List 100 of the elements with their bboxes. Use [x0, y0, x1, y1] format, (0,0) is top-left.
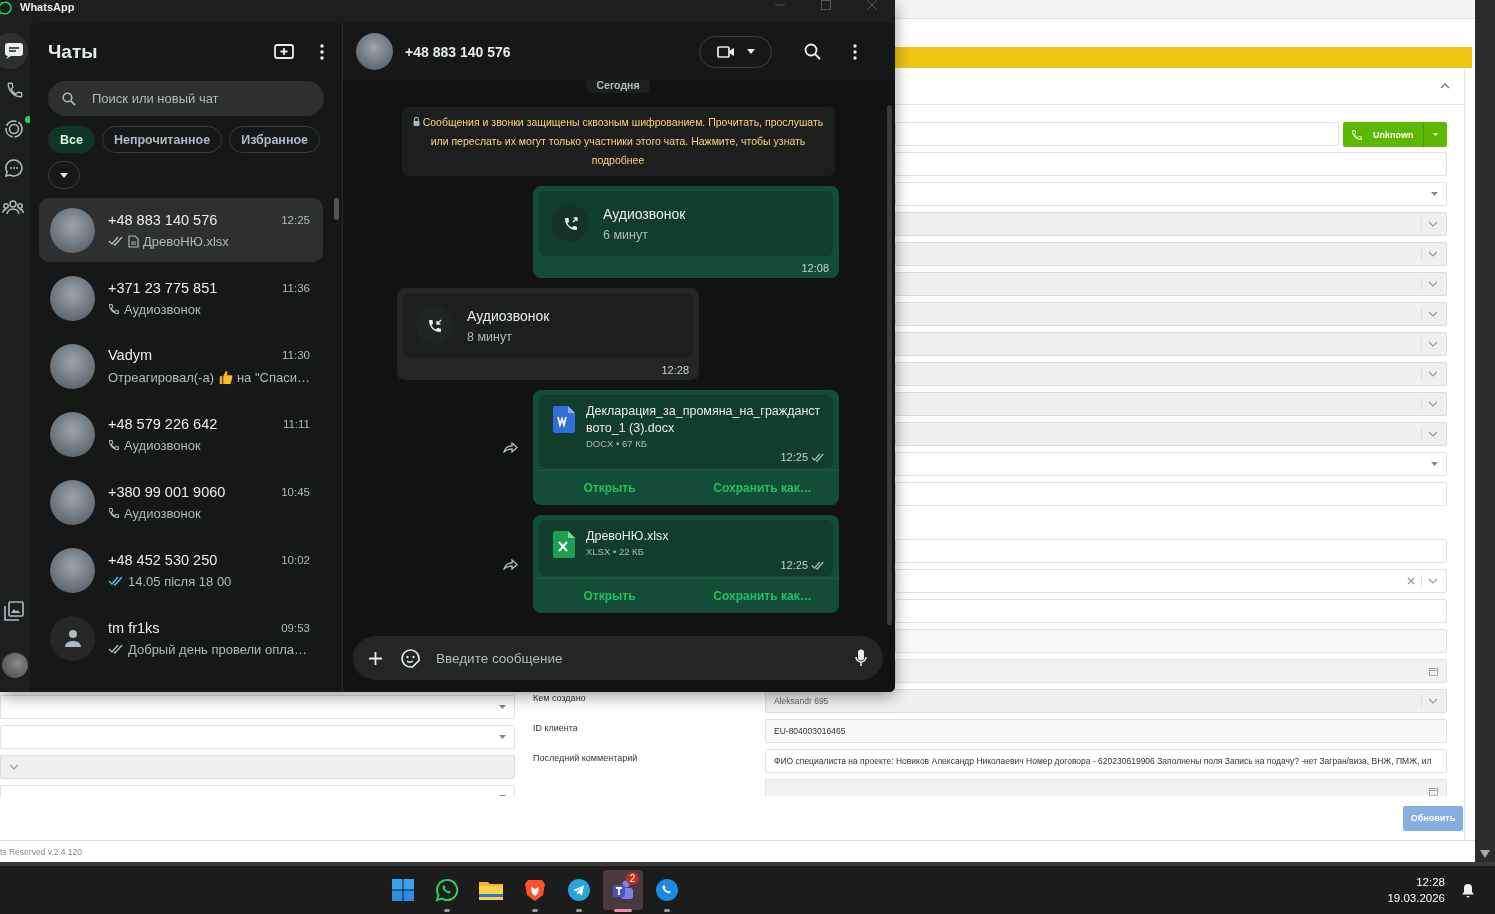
contact-name[interactable]: +48 883 140 576: [405, 43, 687, 60]
forward-icon[interactable]: [503, 558, 519, 570]
text-field[interactable]: [895, 152, 1447, 176]
select-field[interactable]: [0, 695, 515, 719]
clear-icon[interactable]: [1407, 577, 1415, 585]
file-action-button[interactable]: Сохранить как…: [686, 471, 839, 505]
scrollbar-thumb[interactable]: [887, 105, 892, 625]
calendar-icon[interactable]: [1429, 666, 1438, 676]
phone-icon: [108, 439, 120, 451]
message-composer[interactable]: Введите сообщение: [353, 636, 883, 680]
contact-name: +371 23 775 851: [108, 279, 219, 296]
scrollbar[interactable]: [1475, 0, 1495, 862]
chat-list-item[interactable]: +380 99 001 9060 10:45 Аудиозвонок: [39, 470, 323, 534]
text-field[interactable]: [895, 482, 1447, 506]
person-icon: [63, 629, 82, 647]
menu-icon[interactable]: [853, 43, 857, 60]
scroll-down-icon[interactable]: [1480, 850, 1490, 858]
close-icon[interactable]: [867, 0, 877, 10]
select-field[interactable]: [895, 182, 1447, 206]
field-label: ID клиента: [533, 723, 578, 733]
file-action-button[interactable]: Открыть: [533, 471, 686, 505]
chat-list-item[interactable]: Vadym 11:30 Отреагировал(-а) на "Спаси…: [39, 334, 323, 398]
image-stack-icon: [4, 601, 24, 621]
call-title: Аудиозвонок: [603, 205, 686, 222]
message-preview: Аудиозвонок: [124, 505, 201, 521]
chat-list-item[interactable]: +371 23 775 851 11:36 Аудиозвонок: [39, 266, 323, 330]
footer-text: ts Reserved v.2.4.120: [0, 846, 83, 857]
select-field[interactable]: [895, 302, 1447, 326]
file-card[interactable]: ДревоНЮ.xlsx XLSX • 22 КБ 12:25: [539, 520, 833, 576]
encryption-notice[interactable]: Сообщения и звонки защищены сквозным шифрованием. Прочитать, прослушать или переслать их могут только участники этого чата. Нажмите, чтобы узнать подробнее: [401, 107, 835, 176]
text-field[interactable]: [895, 629, 1447, 653]
chevron-down-icon: [1428, 311, 1438, 317]
plus-icon[interactable]: [368, 650, 383, 666]
caret-icon: [499, 705, 506, 709]
taskbar-app-button[interactable]: 2: [603, 870, 643, 910]
text-field[interactable]: [895, 122, 1339, 146]
select-field[interactable]: [895, 422, 1447, 446]
filter-chip[interactable]: Все: [48, 126, 95, 153]
text-field[interactable]: [895, 599, 1447, 623]
sticker-icon[interactable]: [401, 648, 420, 668]
chat-list-item[interactable]: +48 452 530 250 10:02 14.05 після 18 00: [39, 538, 323, 602]
date-field[interactable]: [895, 659, 1447, 683]
chat-list-item[interactable]: +48 579 226 642 11:11 Аудиозвонок: [39, 402, 323, 466]
status-ring-icon: [4, 119, 24, 139]
window-title: WhatsApp: [20, 1, 75, 13]
caret-icon: [1431, 192, 1438, 196]
contact-name: +48 883 140 576: [108, 211, 219, 228]
nav-button[interactable]: [0, 33, 28, 69]
menu-icon[interactable]: [320, 43, 324, 60]
microphone-icon[interactable]: [855, 649, 867, 667]
forward-icon[interactable]: [503, 442, 519, 453]
notification-badge: 2: [626, 872, 639, 885]
text-field[interactable]: ФИО специалиста на проекте: Новиков Александр Николаевич Номер договора - 620230619906 Заполнены поля Запись на подачу? -нет Загран/виза, ВНЖ, ПМЖ, ил: [765, 749, 1447, 773]
clock-date: 19.03.2026: [1387, 891, 1445, 906]
call-title: Аудиозвонок: [467, 307, 550, 324]
contact-name: +48 452 530 250: [108, 551, 219, 568]
chevron-down-icon: [1428, 578, 1438, 584]
chat-list-item[interactable]: tm fr1ks 09:53 Добрый день провели опла…: [39, 606, 323, 670]
file-card[interactable]: Декларация_за_промяна_на_гражданството_1 (3).docx DOCX • 67 КБ 12:25: [539, 395, 833, 468]
select-field[interactable]: [895, 272, 1447, 296]
paper-plane-icon: [568, 879, 590, 901]
contact-name: Vadym: [108, 346, 154, 363]
avatar-photo[interactable]: [356, 33, 393, 70]
text-field[interactable]: EU-804003016465: [765, 719, 1447, 743]
search-input[interactable]: Поиск или новый чат: [90, 90, 310, 107]
bell-icon[interactable]: [1461, 882, 1475, 898]
contact-name: +380 99 001 9060: [108, 483, 227, 500]
profile-avatar[interactable]: [2, 652, 28, 678]
search-icon[interactable]: [804, 43, 821, 60]
calendar-icon[interactable]: [1429, 786, 1438, 796]
select-field[interactable]: [895, 332, 1447, 356]
select-field[interactable]: [895, 212, 1447, 236]
chevron-down-icon: [1428, 221, 1438, 227]
chat-list-item[interactable]: +48 883 140 576 12:25 ДревоНЮ.xlsx: [39, 198, 323, 262]
dropdown-toggle-button[interactable]: [1423, 122, 1447, 147]
incoming-call-icon: [426, 317, 443, 334]
text-field[interactable]: [895, 539, 1447, 563]
chevron-up-icon[interactable]: [1440, 83, 1450, 89]
date-field[interactable]: [765, 779, 1447, 796]
select-field[interactable]: [0, 755, 515, 779]
select-field[interactable]: Aleksandr 695: [765, 689, 1447, 713]
phone-icon: [108, 303, 120, 315]
chevron-down-icon: [1428, 341, 1438, 347]
select-field[interactable]: [895, 362, 1447, 386]
contact-name: +48 579 226 642: [108, 415, 219, 432]
chat-bubble-phone-icon: [0, 0, 12, 15]
new-chat-icon[interactable]: [274, 42, 294, 61]
select-field[interactable]: [895, 452, 1447, 476]
file-action-button[interactable]: Открыть: [533, 579, 686, 613]
select-field[interactable]: [0, 725, 515, 749]
file-action-button[interactable]: Сохранить как…: [686, 579, 839, 613]
windows-logo-icon: [392, 879, 414, 901]
select-field[interactable]: [895, 392, 1447, 416]
select-field[interactable]: [895, 242, 1447, 266]
outgoing-call-icon: [562, 215, 579, 232]
caret-icon: [499, 735, 506, 739]
scrollbar-thumb[interactable]: [334, 198, 339, 220]
maximize-icon[interactable]: [821, 0, 831, 10]
search-field[interactable]: Поиск или новый чат: [48, 81, 324, 116]
select-field[interactable]: [895, 569, 1447, 593]
